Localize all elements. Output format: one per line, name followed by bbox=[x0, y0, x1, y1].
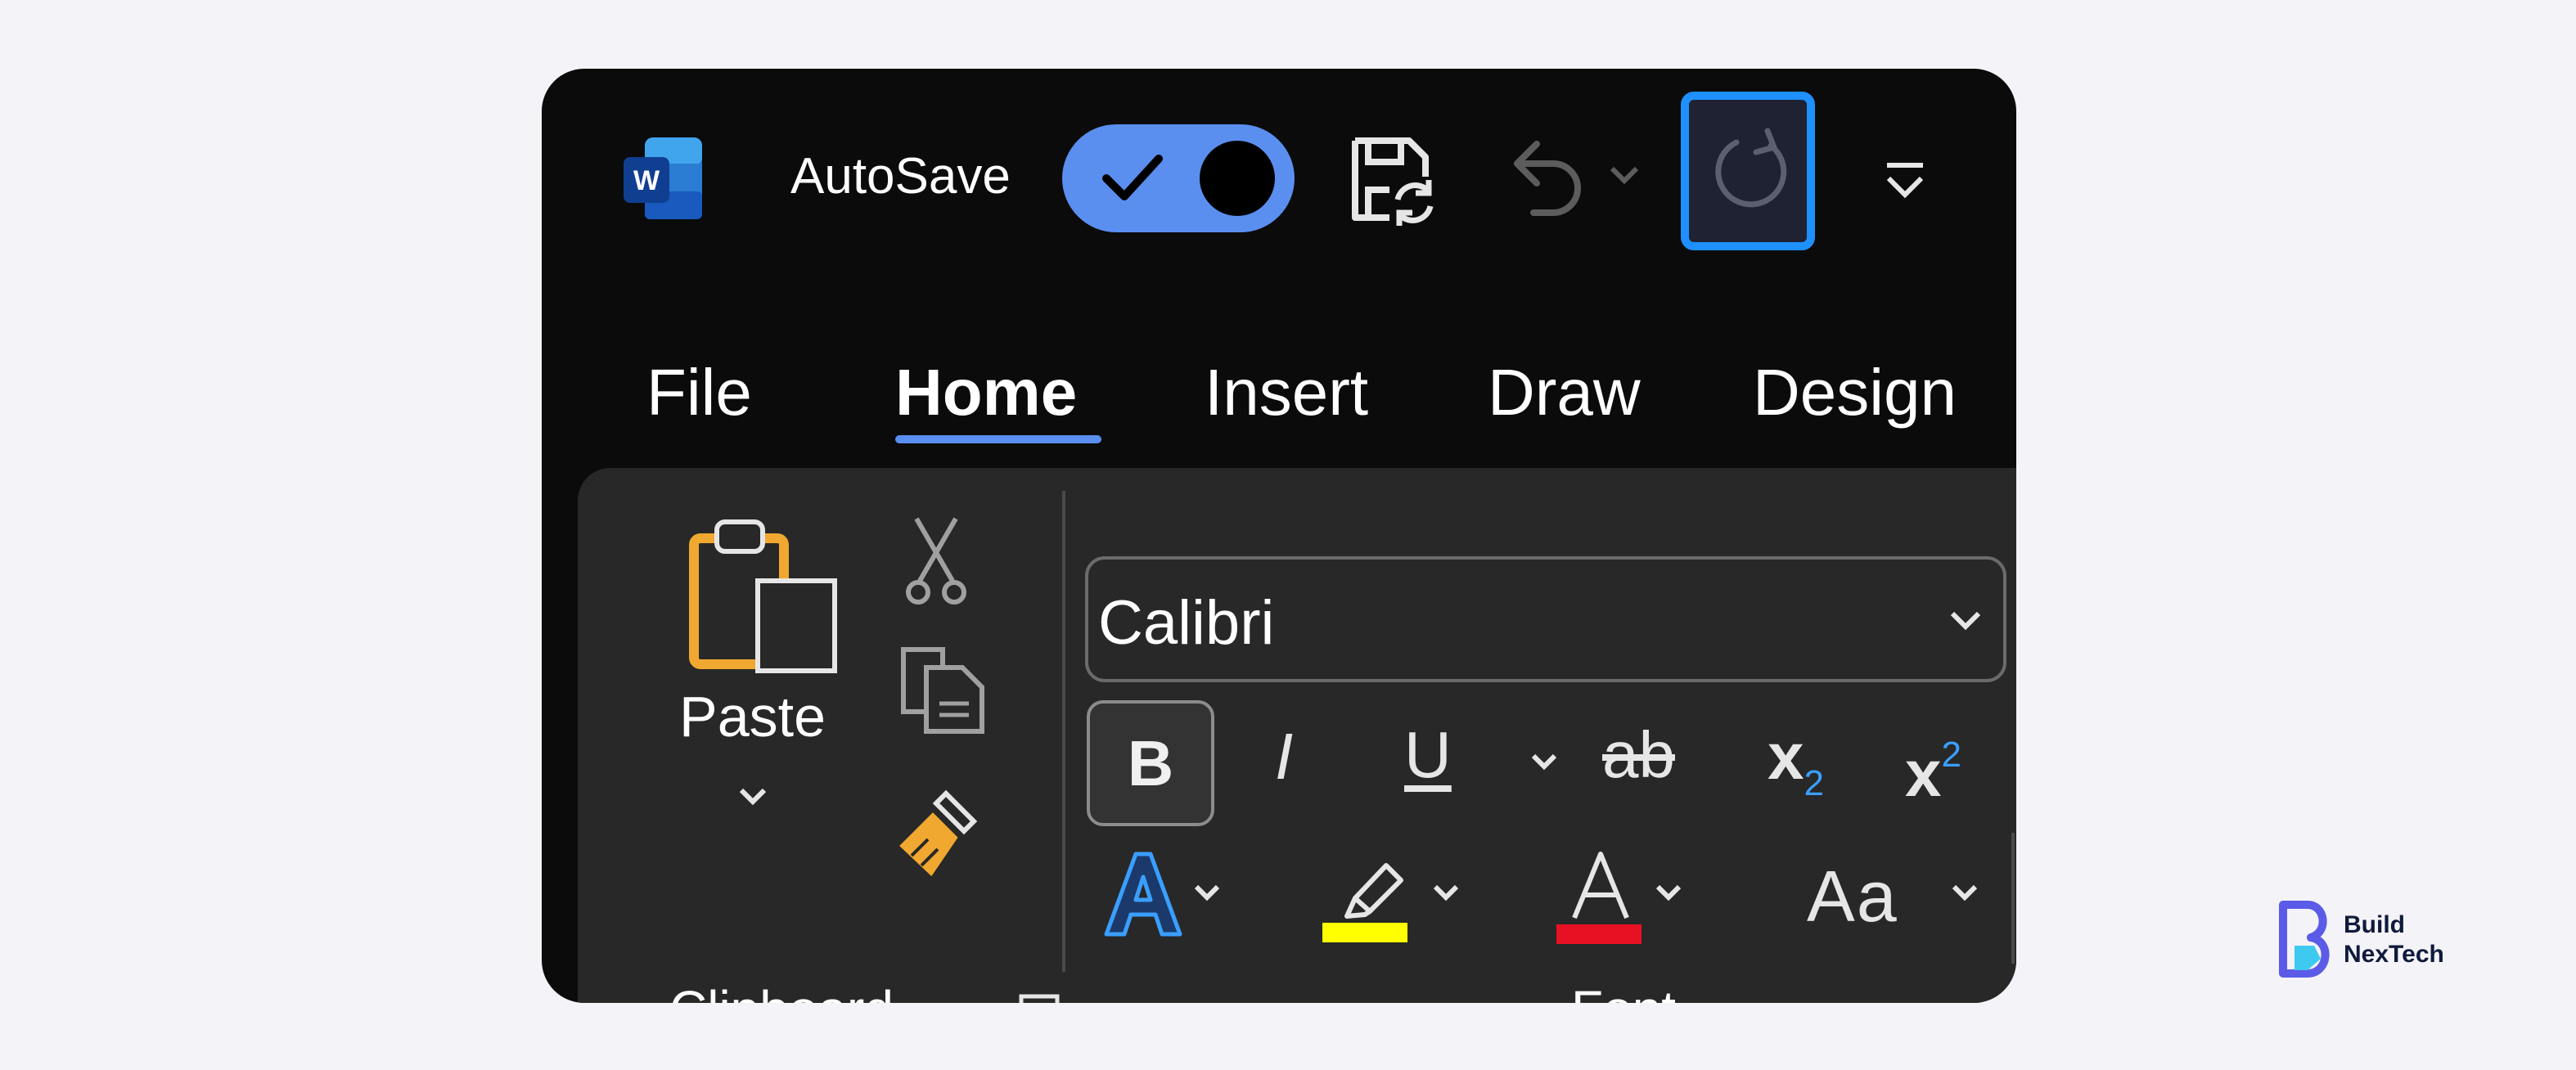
word-window: W AutoSave File Home Insert Draw Design … bbox=[542, 69, 2016, 1003]
subscript-base: x bbox=[1768, 720, 1804, 793]
customize-qat-icon[interactable] bbox=[1880, 157, 1930, 205]
tab-file[interactable]: File bbox=[646, 353, 752, 432]
watermark-line1: Build bbox=[2344, 911, 2405, 938]
superscript-button[interactable]: x2 bbox=[1905, 718, 1961, 811]
chevron-down-icon bbox=[1950, 611, 1981, 631]
italic-button[interactable]: I bbox=[1275, 720, 1293, 794]
change-case-button[interactable]: Aa bbox=[1807, 857, 1898, 936]
copy-icon[interactable] bbox=[897, 643, 987, 735]
bold-button[interactable]: B bbox=[1087, 700, 1214, 826]
undo-icon bbox=[1514, 141, 1581, 216]
subscript-button[interactable]: x2 bbox=[1768, 720, 1824, 820]
font-name-value: Calibri bbox=[1098, 588, 1275, 658]
text-effects-chevron-down-icon[interactable] bbox=[1190, 875, 1224, 910]
font-name-dropdown[interactable]: Calibri bbox=[1085, 556, 2006, 682]
paste-chevron-down-icon[interactable] bbox=[733, 777, 772, 816]
redo-button[interactable] bbox=[1681, 92, 1815, 250]
redo-icon bbox=[1715, 128, 1787, 208]
tab-home[interactable]: Home bbox=[895, 353, 1077, 432]
toggle-knob bbox=[1200, 141, 1275, 216]
tab-insert[interactable]: Insert bbox=[1205, 353, 1368, 432]
undo-dropdown-chevron-icon[interactable] bbox=[1605, 155, 1643, 193]
underline-chevron-down-icon[interactable] bbox=[1527, 744, 1561, 779]
dialog-launcher-icon[interactable] bbox=[1016, 991, 1062, 1003]
font-group-label: Font bbox=[1571, 978, 1676, 1003]
subscript-digit: 2 bbox=[1804, 763, 1824, 803]
paste-button-label[interactable]: Paste bbox=[679, 682, 826, 751]
group-divider bbox=[1062, 491, 1065, 972]
buildnextech-logo-icon bbox=[2279, 901, 2330, 978]
highlighter-chevron-down-icon[interactable] bbox=[1429, 875, 1463, 910]
svg-text:W: W bbox=[633, 165, 660, 196]
save-sync-icon bbox=[1352, 137, 1434, 226]
clipboard-group-label: Clipboard bbox=[669, 978, 894, 1003]
superscript-digit: 2 bbox=[1941, 735, 1961, 775]
text-effects-icon[interactable] bbox=[1098, 847, 1188, 942]
tab-design[interactable]: Design bbox=[1753, 353, 1957, 432]
font-color-icon[interactable] bbox=[1556, 847, 1655, 946]
format-painter-icon[interactable] bbox=[895, 787, 985, 879]
underline-button[interactable]: U bbox=[1404, 718, 1452, 792]
paste-icon[interactable] bbox=[689, 514, 844, 677]
ribbon-home: Paste Calibri B I U ab x2 x2 Aa bbox=[578, 468, 2016, 1003]
active-tab-indicator bbox=[895, 435, 1101, 443]
change-case-chevron-down-icon[interactable] bbox=[1948, 875, 1982, 910]
autosave-label: AutoSave bbox=[790, 148, 1011, 205]
save-sync-button[interactable] bbox=[1344, 133, 1439, 227]
autosave-toggle[interactable] bbox=[1062, 124, 1295, 232]
check-icon bbox=[1102, 155, 1163, 200]
cut-scissors-icon[interactable] bbox=[905, 515, 967, 607]
buildnextech-logo: Build NexTech bbox=[2278, 900, 2475, 982]
row-divider-2 bbox=[2011, 833, 2015, 964]
word-app-icon: W bbox=[620, 134, 705, 223]
highlighter-icon[interactable] bbox=[1322, 847, 1421, 946]
superscript-base: x bbox=[1905, 737, 1942, 810]
strikethrough-button[interactable]: ab bbox=[1602, 718, 1675, 792]
tab-draw[interactable]: Draw bbox=[1488, 353, 1641, 432]
font-color-chevron-down-icon[interactable] bbox=[1651, 875, 1686, 910]
undo-button[interactable] bbox=[1501, 133, 1591, 223]
watermark-line2: NexTech bbox=[2344, 941, 2444, 968]
